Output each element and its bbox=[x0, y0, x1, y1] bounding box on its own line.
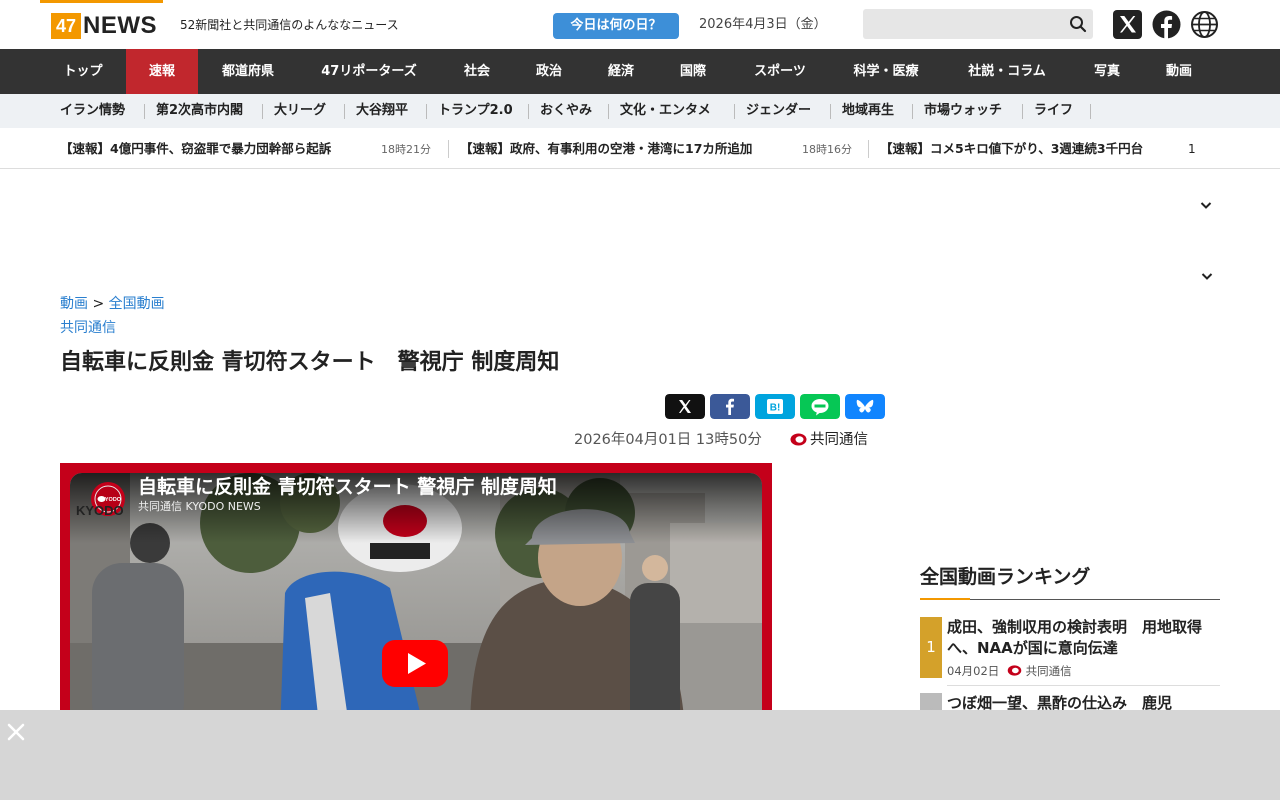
site-header: 47 NEWS 52新聞社と共同通信のよんななニュース 今日は何の日？ 2026… bbox=[0, 0, 1280, 49]
rank-title[interactable]: 成田、強制収用の検討表明 用地取得へ、NAAが国に意向伝達 bbox=[947, 617, 1219, 659]
main-nav: トップ 速報 都道府県 47リポーターズ 社会 政治 経済 国際 スポーツ 科学… bbox=[0, 49, 1280, 94]
main-nav-item[interactable]: 科学・医療 bbox=[838, 49, 934, 94]
main-nav-item[interactable]: 都道府県 bbox=[206, 49, 290, 94]
main-nav-item[interactable]: スポーツ bbox=[738, 49, 822, 94]
video-channel[interactable]: 共同通信 KYODO NEWS bbox=[138, 499, 261, 514]
main-nav-item[interactable]: トップ bbox=[46, 49, 120, 94]
ticker-count: 1 bbox=[1188, 142, 1196, 156]
play-button-icon[interactable] bbox=[382, 640, 448, 687]
main-nav-item[interactable]: 社説・コラム bbox=[950, 49, 1064, 94]
logo-number: 47 bbox=[51, 13, 81, 39]
main-nav-item[interactable]: 政治 bbox=[520, 49, 578, 94]
topic-nav-divider bbox=[1022, 104, 1023, 119]
topic-nav-item[interactable]: 文化・エンタメ bbox=[620, 94, 711, 128]
topic-nav-item[interactable]: 大リーグ bbox=[274, 94, 326, 128]
topic-nav-divider bbox=[1090, 104, 1091, 119]
share-line-button[interactable] bbox=[800, 394, 840, 419]
topic-nav-divider bbox=[830, 104, 831, 119]
breadcrumb-separator: > bbox=[92, 296, 105, 312]
share-facebook-button[interactable] bbox=[710, 394, 750, 419]
topic-nav-divider bbox=[608, 104, 609, 119]
kyodo-logo-icon bbox=[790, 433, 807, 446]
ranking-heading: 全国動画ランキング bbox=[920, 566, 1091, 588]
close-icon[interactable] bbox=[5, 721, 27, 743]
topic-nav-divider bbox=[262, 104, 263, 119]
rank-separator bbox=[947, 685, 1220, 686]
ad-banner bbox=[0, 710, 1280, 800]
ticker-headline[interactable]: 【速報】コメ5キロ値下がり、3週連続3千円台 bbox=[880, 140, 1143, 158]
main-nav-item[interactable]: 写真 bbox=[1078, 49, 1136, 94]
ticker-headline[interactable]: 【速報】政府、有事利用の空港・港湾に17カ所追加 bbox=[460, 140, 752, 158]
rank-source: 共同通信 bbox=[1025, 664, 1072, 678]
publisher-name: 共同通信 bbox=[810, 432, 868, 448]
ranking-divider-accent bbox=[920, 598, 970, 600]
publish-date: 2026年04月01日 13時50分 bbox=[574, 432, 762, 448]
main-nav-item[interactable]: 動画 bbox=[1150, 49, 1208, 94]
source-link[interactable]: 共同通信 bbox=[60, 318, 116, 338]
share-hatena-button[interactable]: B! bbox=[755, 394, 795, 419]
topic-nav-item[interactable]: 大谷翔平 bbox=[356, 94, 408, 128]
main-nav-item[interactable]: 社会 bbox=[448, 49, 506, 94]
ticker-headline[interactable]: 【速報】4億円事件、窃盗罪で暴力団幹部ら起訴 bbox=[60, 140, 331, 158]
breaking-ticker: 【速報】4億円事件、窃盗罪で暴力団幹部ら起訴 18時21分 【速報】政府、有事利… bbox=[0, 128, 1280, 280]
header-date: 2026年4月3日（金） bbox=[699, 17, 827, 32]
topic-nav-divider bbox=[344, 104, 345, 119]
rank-date: 04月02日 bbox=[947, 664, 1000, 678]
today-button[interactable]: 今日は何の日？ bbox=[553, 13, 679, 39]
ticker-divider bbox=[448, 140, 449, 158]
breadcrumb-link[interactable]: 全国動画 bbox=[109, 296, 165, 312]
search-input[interactable] bbox=[863, 9, 1093, 39]
globe-icon[interactable] bbox=[1190, 10, 1219, 39]
topic-nav-item[interactable]: イラン情勢 bbox=[60, 94, 125, 128]
breadcrumb-link[interactable]: 動画 bbox=[60, 296, 88, 312]
topic-nav-divider bbox=[144, 104, 145, 119]
search-icon[interactable] bbox=[1069, 15, 1087, 33]
rank-meta: 04月02日 共同通信 bbox=[947, 663, 1072, 679]
topic-nav-item[interactable]: 第2次高市内閣 bbox=[156, 94, 243, 128]
chevron-down-icon[interactable] bbox=[1199, 198, 1213, 212]
topic-nav-item[interactable]: 地域再生 bbox=[842, 94, 894, 128]
video-title[interactable]: 自転車に反則金 青切符スタート 警視庁 制度周知 bbox=[138, 474, 557, 500]
video-watermark: KYODO bbox=[76, 503, 124, 518]
share-x-button[interactable] bbox=[665, 394, 705, 419]
breadcrumb: 動画 > 全国動画 bbox=[60, 294, 165, 314]
rank-number: 1 bbox=[920, 617, 942, 678]
topic-nav: イラン情勢 第2次高市内閣 大リーグ 大谷翔平 トランプ2.0 おくやみ 文化・… bbox=[0, 94, 1280, 209]
main-nav-item[interactable]: 経済 bbox=[592, 49, 650, 94]
logo-accent-bar bbox=[40, 0, 163, 3]
topic-nav-divider bbox=[426, 104, 427, 119]
article-title: 自転車に反則金 青切符スタート 警視庁 制度周知 bbox=[60, 350, 560, 375]
x-icon[interactable] bbox=[1113, 10, 1142, 39]
main-nav-item[interactable]: 国際 bbox=[664, 49, 722, 94]
topic-nav-item[interactable]: ライフ bbox=[1034, 94, 1073, 128]
topic-nav-item[interactable]: 市場ウォッチ bbox=[924, 94, 1002, 128]
main-nav-item[interactable]: 47リポーターズ bbox=[306, 49, 432, 94]
ticker-divider bbox=[868, 140, 869, 158]
site-logo[interactable]: 47 NEWS bbox=[40, 0, 163, 49]
kyodo-logo-icon bbox=[1007, 665, 1022, 676]
topic-nav-divider bbox=[734, 104, 735, 119]
share-bluesky-button[interactable] bbox=[845, 394, 885, 419]
topic-nav-item[interactable]: ジェンダー bbox=[746, 94, 811, 128]
site-tagline: 52新聞社と共同通信のよんななニュース bbox=[180, 18, 399, 32]
ticker-time: 18時16分 bbox=[802, 143, 852, 156]
topic-nav-item[interactable]: おくやみ bbox=[540, 94, 592, 128]
facebook-icon[interactable] bbox=[1152, 10, 1181, 39]
topic-nav-divider bbox=[912, 104, 913, 119]
chevron-down-icon[interactable] bbox=[1200, 269, 1214, 283]
logo-word: NEWS bbox=[83, 12, 157, 39]
main-nav-item-active[interactable]: 速報 bbox=[126, 49, 198, 94]
topic-nav-divider bbox=[528, 104, 529, 119]
svg-text:B!: B! bbox=[770, 403, 781, 414]
topic-nav-item[interactable]: トランプ2.0 bbox=[438, 94, 513, 128]
ticker-time: 18時21分 bbox=[381, 143, 431, 156]
